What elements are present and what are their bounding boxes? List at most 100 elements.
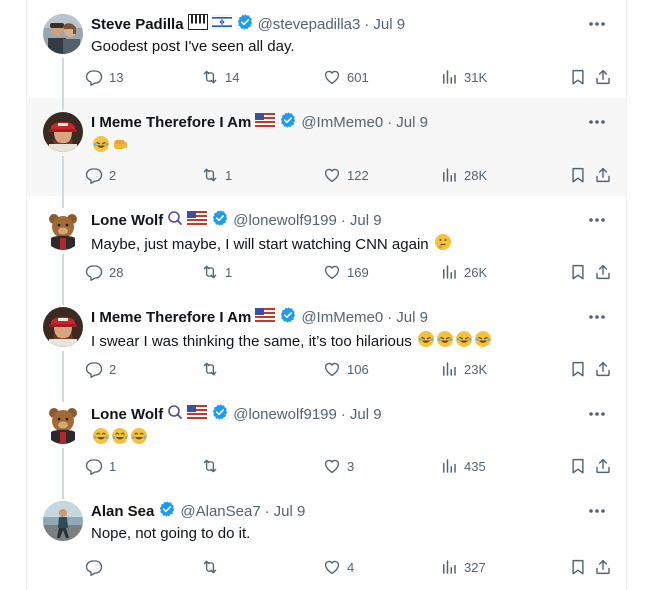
share-button[interactable] bbox=[594, 556, 612, 578]
more-options-icon[interactable] bbox=[585, 210, 609, 230]
share-button[interactable] bbox=[594, 164, 612, 186]
bookmark-button[interactable] bbox=[569, 164, 587, 186]
author-handle[interactable]: @AlanSea7 bbox=[180, 503, 260, 520]
reply-button[interactable]: 2 bbox=[85, 358, 116, 380]
verified-icon[interactable] bbox=[236, 13, 254, 35]
tweet[interactable]: Steve Padilla @stevepadilla3 · Jul 9 Goodest… bbox=[27, 0, 626, 98]
author-name[interactable]: Lone Wolf bbox=[91, 212, 163, 229]
repost-button[interactable] bbox=[201, 556, 225, 578]
reply-button[interactable]: 2 bbox=[85, 164, 116, 186]
repost-button[interactable]: 14 bbox=[201, 66, 239, 88]
bookmark-button[interactable] bbox=[569, 66, 587, 88]
views-button[interactable]: 28K bbox=[440, 164, 487, 186]
author-name[interactable]: Alan Sea bbox=[91, 503, 154, 520]
bookmark-button[interactable] bbox=[569, 455, 587, 477]
reply-button[interactable]: 13 bbox=[85, 66, 123, 88]
tweet-date[interactable]: Jul 9 bbox=[396, 309, 428, 326]
tweet-header: Lone Wolf @lonewolf9199 · Jul 9 bbox=[91, 209, 382, 231]
bookmark-button[interactable] bbox=[569, 261, 587, 283]
views-button[interactable]: 23K bbox=[440, 358, 487, 380]
separator-dot: · bbox=[264, 502, 270, 520]
tweet-header: Steve Padilla @stevepadilla3 · Jul 9 bbox=[91, 13, 405, 35]
like-button[interactable]: 4 bbox=[323, 556, 354, 578]
tweet-date[interactable]: Jul 9 bbox=[373, 16, 405, 33]
reposts-count: 1 bbox=[225, 167, 233, 183]
reply-button[interactable]: 28 bbox=[85, 261, 123, 283]
more-options-icon[interactable] bbox=[585, 404, 609, 424]
like-button[interactable]: 3 bbox=[323, 455, 354, 477]
author-name[interactable]: I Meme Therefore I Am bbox=[91, 309, 251, 326]
verified-icon[interactable] bbox=[211, 403, 229, 425]
tweet-header: I Meme Therefore I Am @ImMeme0 · Jul 9 bbox=[91, 306, 428, 328]
share-button[interactable] bbox=[594, 66, 612, 88]
author-name[interactable]: Steve Padilla bbox=[91, 16, 184, 33]
bookmark-button[interactable] bbox=[569, 358, 587, 380]
verified-icon[interactable] bbox=[158, 500, 176, 522]
thread-line bbox=[62, 448, 64, 487]
like-button[interactable]: 122 bbox=[323, 164, 369, 186]
tweet[interactable]: Alan Sea @AlanSea7 · Jul 9 Nope, not going t… bbox=[27, 487, 626, 588]
action-bar: 2 1 122 28K bbox=[85, 164, 611, 186]
verified-icon[interactable] bbox=[279, 306, 297, 328]
author-name[interactable]: I Meme Therefore I Am bbox=[91, 114, 251, 131]
tweet-date[interactable]: Jul 9 bbox=[396, 114, 428, 131]
red-cap-portrait-avatar[interactable] bbox=[43, 307, 83, 347]
like-button[interactable]: 601 bbox=[323, 66, 369, 88]
magnifier-icon bbox=[167, 210, 183, 230]
verified-icon[interactable] bbox=[211, 209, 229, 231]
bookmark-button[interactable] bbox=[569, 556, 587, 578]
repost-button[interactable] bbox=[201, 455, 225, 477]
author-handle[interactable]: @lonewolf9199 bbox=[233, 406, 337, 423]
repost-button[interactable]: 1 bbox=[201, 261, 232, 283]
author-handle[interactable]: @ImMeme0 bbox=[301, 114, 383, 131]
person-walking-avatar[interactable] bbox=[43, 501, 83, 541]
tweet-date[interactable]: Jul 9 bbox=[274, 503, 306, 520]
tweet[interactable]: I Meme Therefore I Am @ImMeme0 · Jul 9 2 1 122… bbox=[27, 98, 626, 196]
rolling-laughing-emoji bbox=[474, 330, 492, 354]
repost-button[interactable]: 1 bbox=[201, 164, 232, 186]
author-handle[interactable]: @ImMeme0 bbox=[301, 309, 383, 326]
views-count: 327 bbox=[464, 559, 486, 575]
views-icon bbox=[440, 166, 458, 184]
tweet[interactable]: Lone Wolf @lonewolf9199 · Jul 9 Maybe, just … bbox=[27, 196, 626, 293]
bookmark-icon bbox=[569, 360, 587, 378]
share-icon bbox=[594, 166, 612, 184]
action-bar: 13 14 601 31K bbox=[85, 66, 611, 88]
views-button[interactable]: 26K bbox=[440, 261, 487, 283]
tweet[interactable]: Lone Wolf @lonewolf9199 · Jul 9 1 3 435 bbox=[27, 390, 626, 487]
tweet-date[interactable]: Jul 9 bbox=[350, 212, 382, 229]
bear-avatar[interactable] bbox=[43, 210, 83, 250]
more-options-icon[interactable] bbox=[585, 14, 609, 34]
bear-avatar[interactable] bbox=[43, 404, 83, 444]
likes-count: 106 bbox=[347, 361, 369, 377]
more-options-icon[interactable] bbox=[585, 307, 609, 327]
share-button[interactable] bbox=[594, 455, 612, 477]
repost-button[interactable] bbox=[201, 358, 225, 380]
author-handle[interactable]: @stevepadilla3 bbox=[258, 16, 361, 33]
reply-button[interactable]: 1 bbox=[85, 455, 116, 477]
views-button[interactable]: 327 bbox=[440, 556, 486, 578]
views-button[interactable]: 435 bbox=[440, 455, 486, 477]
reply-button[interactable] bbox=[85, 556, 109, 578]
author-name[interactable]: Lone Wolf bbox=[91, 406, 163, 423]
views-count: 26K bbox=[464, 264, 488, 280]
author-handle[interactable]: @lonewolf9199 bbox=[233, 212, 337, 229]
repost-icon bbox=[201, 263, 219, 281]
more-options-icon[interactable] bbox=[585, 112, 609, 132]
like-button[interactable]: 106 bbox=[323, 358, 369, 380]
couple-photo-avatar[interactable] bbox=[43, 14, 83, 54]
red-cap-portrait-avatar[interactable] bbox=[43, 112, 83, 152]
views-icon bbox=[440, 263, 458, 281]
verified-icon[interactable] bbox=[279, 111, 297, 133]
tweet[interactable]: I Meme Therefore I Am @ImMeme0 · Jul 9 I swe… bbox=[27, 293, 626, 390]
share-button[interactable] bbox=[594, 261, 612, 283]
share-button[interactable] bbox=[594, 358, 612, 380]
like-button[interactable]: 169 bbox=[323, 261, 369, 283]
more-options-icon[interactable] bbox=[585, 501, 609, 521]
reply-icon bbox=[85, 558, 103, 576]
tweet-header: I Meme Therefore I Am @ImMeme0 · Jul 9 bbox=[91, 111, 428, 133]
tweet-date[interactable]: Jul 9 bbox=[350, 406, 382, 423]
replies-count: 28 bbox=[109, 264, 124, 280]
likes-count: 3 bbox=[347, 458, 355, 474]
views-button[interactable]: 31K bbox=[440, 66, 487, 88]
